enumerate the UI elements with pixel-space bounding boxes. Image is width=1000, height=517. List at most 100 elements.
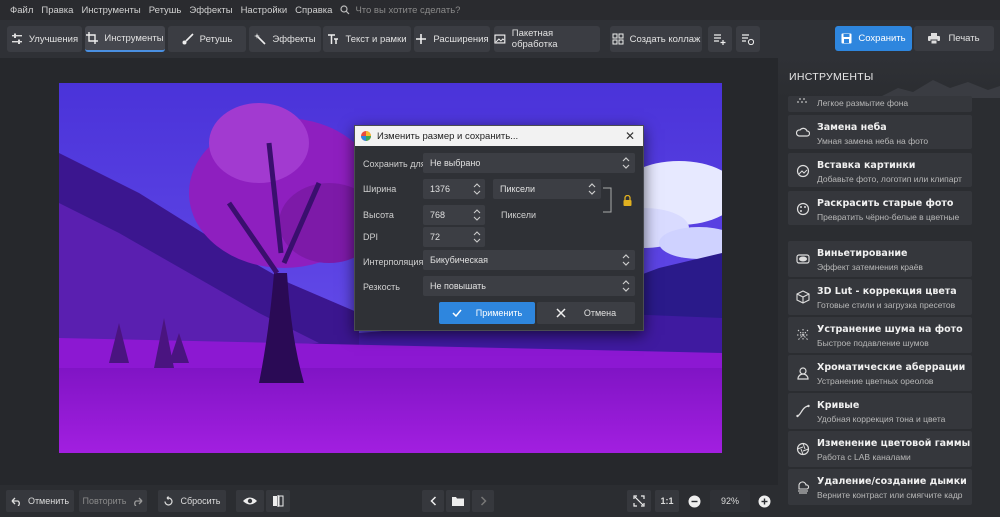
card-denoise[interactable]: Устранение шума на фото Быстрое подавлен…: [788, 317, 972, 353]
menu-effects[interactable]: Эффекты: [185, 5, 236, 16]
aperture-icon: [796, 442, 810, 456]
redo-icon: [134, 497, 143, 506]
menu-retouch[interactable]: Ретушь: [145, 5, 186, 16]
interpolation-select[interactable]: Бикубическая: [423, 250, 635, 270]
card-desc: Умная замена неба на фото: [817, 136, 929, 146]
menu-file[interactable]: Файл: [6, 5, 37, 16]
menu-help[interactable]: Справка: [291, 5, 336, 16]
menu-tools[interactable]: Инструменты: [77, 5, 144, 16]
card-sky-replace[interactable]: Замена неба Умная замена неба на фото: [788, 115, 972, 149]
sharpness-label: Резкость: [363, 282, 400, 292]
reset-label: Сбросить: [180, 496, 221, 506]
apply-button[interactable]: Применить: [439, 302, 535, 324]
create-collage-button[interactable]: Создать коллаж: [610, 26, 702, 52]
person-icon: [797, 367, 809, 380]
card-colorize[interactable]: Раскрасить старые фото Превратить чёрно-…: [788, 191, 972, 225]
dialog-titlebar: Изменить размер и сохранить... ✕: [355, 126, 643, 146]
card-color-gamut[interactable]: Изменение цветовой гаммы Работа с LAB ка…: [788, 431, 972, 467]
units-select[interactable]: Пиксели: [493, 179, 601, 199]
card-insert-image[interactable]: Вставка картинки Добавьте фото, логотип …: [788, 153, 972, 187]
height-label: Высота: [363, 210, 394, 220]
batch-processing-label: Пакетная обработка: [511, 28, 558, 50]
zoom-level[interactable]: 92%: [710, 490, 750, 512]
lock-icon[interactable]: [623, 195, 632, 206]
batch-processing-button[interactable]: Пакетная обработка: [494, 26, 600, 52]
tab-tools-label: Инструменты: [104, 32, 164, 44]
history-filter-button[interactable]: [736, 26, 760, 52]
sliders-icon: [11, 33, 22, 44]
tab-text-frames[interactable]: Текст и рамки: [323, 26, 411, 52]
redo-label: Повторить: [82, 496, 127, 506]
panel-scrollbar[interactable]: [979, 98, 985, 517]
updown-icon: [588, 183, 596, 195]
dpi-spinner-icon[interactable]: [473, 229, 481, 245]
width-spinner-icon[interactable]: [473, 181, 481, 197]
tab-extensions[interactable]: Расширения: [414, 26, 490, 52]
tab-tools[interactable]: Инструменты: [85, 26, 165, 52]
actual-size-button[interactable]: 1:1: [655, 490, 679, 512]
sharpness-select[interactable]: Не повышать: [423, 276, 635, 296]
redo-button[interactable]: Повторить: [79, 490, 147, 512]
mountain-decoration: [878, 80, 1000, 98]
zoom-in-button[interactable]: [754, 490, 774, 512]
tab-text-frames-label: Текст и рамки: [345, 33, 407, 45]
card-background-blur[interactable]: Легкое размытие фона: [788, 96, 972, 112]
cancel-button[interactable]: Отмена: [537, 302, 635, 324]
card-title: Изменение цветовой гаммы: [817, 438, 971, 449]
card-title: Кривые: [817, 400, 860, 411]
print-button[interactable]: Печать: [914, 26, 994, 51]
search-box[interactable]: Что вы хотите сделать?: [340, 5, 460, 16]
list-clock-icon: [742, 34, 754, 45]
crop-icon: [86, 32, 99, 44]
dpi-value: 72: [430, 232, 441, 242]
next-image-button[interactable]: [472, 490, 494, 512]
menu-settings[interactable]: Настройки: [237, 5, 292, 16]
vignette-icon: [796, 254, 810, 264]
undo-button[interactable]: Отменить: [6, 490, 74, 512]
tab-effects[interactable]: Эффекты: [249, 26, 321, 52]
blur-icon: [797, 98, 809, 103]
card-3d-lut[interactable]: 3D Lut - коррекция цвета Готовые стили и…: [788, 279, 972, 315]
tab-retouch[interactable]: Ретушь: [168, 26, 246, 52]
card-curves[interactable]: Кривые Удобная коррекция тона и цвета: [788, 393, 972, 429]
card-desc: Работа с LAB каналами: [817, 452, 911, 462]
x-icon: [556, 308, 566, 318]
link-bracket-icon: [603, 187, 612, 213]
card-dehaze[interactable]: Удаление/создание дымки Верните контраст…: [788, 469, 972, 505]
card-desc: Добавьте фото, логотип или клипарт: [817, 174, 962, 184]
haze-icon: [798, 481, 810, 494]
zoom-out-button[interactable]: [684, 490, 704, 512]
open-folder-button[interactable]: [446, 490, 470, 512]
close-icon[interactable]: ✕: [625, 129, 635, 143]
prev-image-button[interactable]: [422, 490, 444, 512]
reset-button[interactable]: Сбросить: [158, 490, 226, 512]
save-for-label: Сохранить для: [363, 159, 426, 169]
fit-screen-button[interactable]: [627, 490, 651, 512]
save-button[interactable]: Сохранить: [835, 26, 912, 51]
tab-retouch-label: Ретушь: [199, 33, 233, 45]
cloud-icon: [796, 127, 810, 137]
compare-toggle[interactable]: [266, 490, 290, 512]
magic-wand-icon: [254, 33, 266, 45]
print-label: Печать: [948, 33, 980, 44]
save-for-value: Не выбрано: [430, 158, 481, 168]
bottom-bar: Отменить Повторить Сбросить 1:1 92%: [0, 485, 778, 517]
card-title: Раскрасить старые фото: [817, 198, 954, 209]
preview-toggle[interactable]: [236, 490, 264, 512]
search-placeholder: Что вы хотите сделать?: [355, 4, 461, 16]
tab-enhancements[interactable]: Улучшения: [7, 26, 82, 52]
save-for-select[interactable]: Не выбрано: [423, 153, 635, 173]
card-desc: Готовые стили и загрузка пресетов: [817, 300, 956, 310]
undo-icon: [11, 497, 20, 506]
palette-icon: [796, 202, 810, 216]
add-filter-button[interactable]: [708, 26, 732, 52]
height-spinner-icon[interactable]: [473, 207, 481, 223]
card-desc: Удобная коррекция тона и цвета: [817, 414, 946, 424]
updown-icon: [622, 280, 630, 292]
menu-edit[interactable]: Правка: [37, 5, 77, 16]
card-chromatic[interactable]: Хроматические аберрации Устранение цветн…: [788, 355, 972, 391]
ratio-label: 1:1: [660, 496, 674, 506]
insert-image-icon: [796, 164, 810, 178]
card-vignette[interactable]: Виньетирование Эффект затемнения краёв: [788, 241, 972, 277]
cube-icon: [796, 290, 810, 304]
